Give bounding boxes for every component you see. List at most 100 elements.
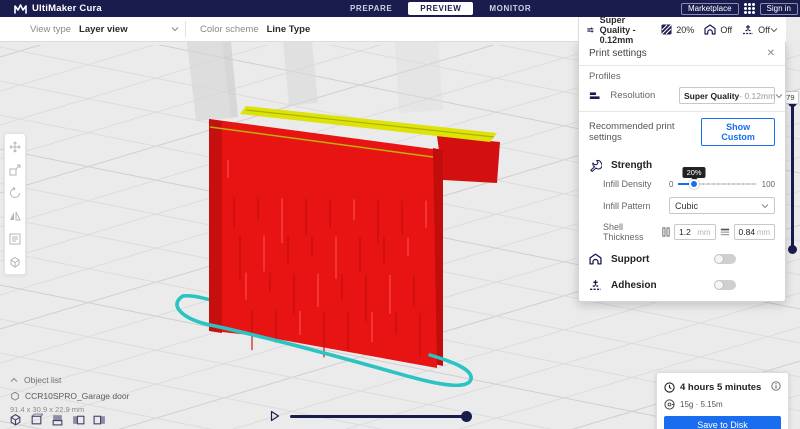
material-spool-icon: [664, 399, 675, 410]
model-name: CCR10SPRO_Garage door: [25, 391, 130, 401]
object-list: Object list CCR10SPRO_Garage door 91.4 x…: [10, 375, 129, 414]
view-front-icon: [31, 413, 43, 424]
chevron-down-icon: [770, 27, 778, 32]
infill-pattern-value: Cubic: [675, 200, 699, 211]
play-button[interactable]: [270, 410, 280, 422]
simulation-slider[interactable]: [290, 410, 472, 422]
move-tool-button[interactable]: [6, 137, 24, 156]
support-section-title: Support: [611, 253, 650, 265]
simulation-bar: [270, 410, 472, 422]
marketplace-button[interactable]: Marketplace: [680, 2, 739, 15]
print-settings-panel: Print settings ✕ Profiles Resolution Sup…: [578, 42, 786, 302]
top-bottom-thickness-value: 0.84: [738, 227, 756, 237]
recommended-settings-label: Recommended print settings: [589, 121, 675, 143]
sliders-icon: [587, 27, 594, 32]
strength-icon: [590, 159, 602, 172]
adhesion-toggle[interactable]: [714, 280, 736, 290]
slider-value-tooltip: 20%: [682, 167, 706, 178]
view-right-icon: [93, 415, 105, 424]
infill-icon: [661, 24, 672, 35]
view-left-button[interactable]: [71, 412, 85, 426]
close-icon[interactable]: ✕: [767, 48, 775, 59]
per-model-settings-button[interactable]: [6, 229, 24, 248]
tab-preview[interactable]: PREVIEW: [408, 2, 474, 15]
infill-pattern-label: Infill Pattern: [603, 200, 651, 211]
adhesion-icon: [590, 280, 601, 290]
per-model-settings-icon: [9, 233, 21, 244]
strength-section-title: Strength: [611, 160, 653, 171]
scale-tool-button[interactable]: [6, 160, 24, 179]
cura-window: UltiMaker Cura PREPARE PREVIEW MONITOR M…: [0, 0, 800, 429]
rotate-tool-button[interactable]: [6, 183, 24, 202]
scale-icon: [9, 164, 21, 175]
top-bottom-thickness-unit: mm: [756, 227, 771, 237]
ultimaker-logo: UltiMaker Cura: [14, 3, 102, 14]
summary-infill: 20%: [676, 24, 695, 35]
view-right-button[interactable]: [92, 412, 106, 426]
infill-density-slider-handle[interactable]: [689, 179, 700, 189]
support-icon: [704, 24, 716, 35]
mirror-icon: [10, 211, 21, 220]
support-blocker-icon: [10, 256, 20, 268]
color-scheme-value: Line Type: [266, 23, 311, 35]
slider-max-label: 100: [761, 179, 775, 189]
tab-prepare[interactable]: PREPARE: [338, 2, 404, 15]
layer-slider[interactable]: [788, 98, 797, 254]
resolution-value-suffix: - 0.12mm: [739, 90, 776, 101]
sign-in-button[interactable]: Sign in: [759, 2, 798, 15]
resolution-label: Resolution: [610, 90, 656, 101]
summary-profile: Super Quality - 0.12mm: [599, 14, 636, 45]
rotate-icon: [10, 186, 20, 198]
wall-thickness-unit: mm: [697, 227, 711, 237]
stage-tabs: PREPARE PREVIEW MONITOR: [338, 0, 543, 17]
adhesion-section-title: Adhesion: [611, 279, 657, 291]
show-custom-button[interactable]: Show Custom: [701, 118, 775, 146]
view-type-dropdown[interactable]: View type Layer view: [0, 17, 185, 41]
resolution-value: Super Quality: [684, 90, 740, 101]
view-3d-button[interactable]: [8, 412, 22, 426]
summary-support: Off: [720, 24, 733, 35]
support-toggle[interactable]: [714, 254, 736, 264]
object-list-label: Object list: [24, 375, 62, 385]
object-list-item[interactable]: CCR10SPRO_Garage door: [10, 391, 129, 401]
wall-thickness-icon: [662, 227, 670, 237]
save-to-disk-button[interactable]: Save to Disk: [664, 416, 781, 429]
material-usage-estimate: 15g · 5.15m: [680, 400, 723, 409]
print-settings-summary-bar[interactable]: Super Quality - 0.12mm 20% Off Off: [578, 14, 786, 45]
resolution-dropdown[interactable]: Super Quality - 0.12mm: [679, 87, 783, 104]
view-front-button[interactable]: [29, 412, 43, 426]
adhesion-icon: [743, 25, 754, 35]
slider-min-label: 0: [669, 179, 674, 189]
apps-grid-icon[interactable]: [743, 3, 755, 14]
view-left-icon: [72, 415, 84, 424]
color-scheme-label: Color scheme: [200, 23, 259, 35]
chevron-down-icon: [761, 203, 769, 208]
ultimaker-logo-icon: [14, 3, 27, 14]
wall-thickness-value: 1.2: [679, 227, 691, 237]
simulation-slider-handle[interactable]: [461, 410, 472, 422]
wall-thickness-input[interactable]: 1.2 mm: [674, 224, 716, 240]
play-icon: [270, 410, 280, 422]
top-bottom-thickness-icon: [720, 228, 729, 236]
view-type-value: Layer view: [79, 23, 128, 35]
tool-sidebar: [4, 133, 26, 275]
view-top-button[interactable]: [50, 412, 64, 426]
info-icon[interactable]: [771, 378, 781, 396]
infill-pattern-dropdown[interactable]: Cubic: [669, 197, 775, 214]
app-header: UltiMaker Cura PREPARE PREVIEW MONITOR M…: [0, 0, 800, 17]
resolution-icon: [589, 92, 600, 100]
mirror-tool-button[interactable]: [6, 206, 24, 225]
infill-density-slider[interactable]: 20%: [678, 167, 757, 189]
clock-icon: [664, 381, 675, 393]
panel-title: Print settings: [589, 48, 647, 59]
support-blocker-button[interactable]: [6, 252, 24, 271]
top-bottom-thickness-input[interactable]: 0.84 mm: [733, 224, 776, 240]
tab-monitor[interactable]: MONITOR: [477, 2, 543, 15]
infill-density-label: Infill Density: [603, 179, 652, 189]
layer-slider-bottom-handle[interactable]: [788, 245, 797, 254]
shell-thickness-label: Shell Thickness: [603, 222, 644, 242]
object-list-header[interactable]: Object list: [10, 375, 129, 385]
profiles-label: Profiles: [589, 71, 621, 82]
view-top-icon: [52, 414, 62, 425]
app-title: UltiMaker Cura: [32, 3, 102, 14]
